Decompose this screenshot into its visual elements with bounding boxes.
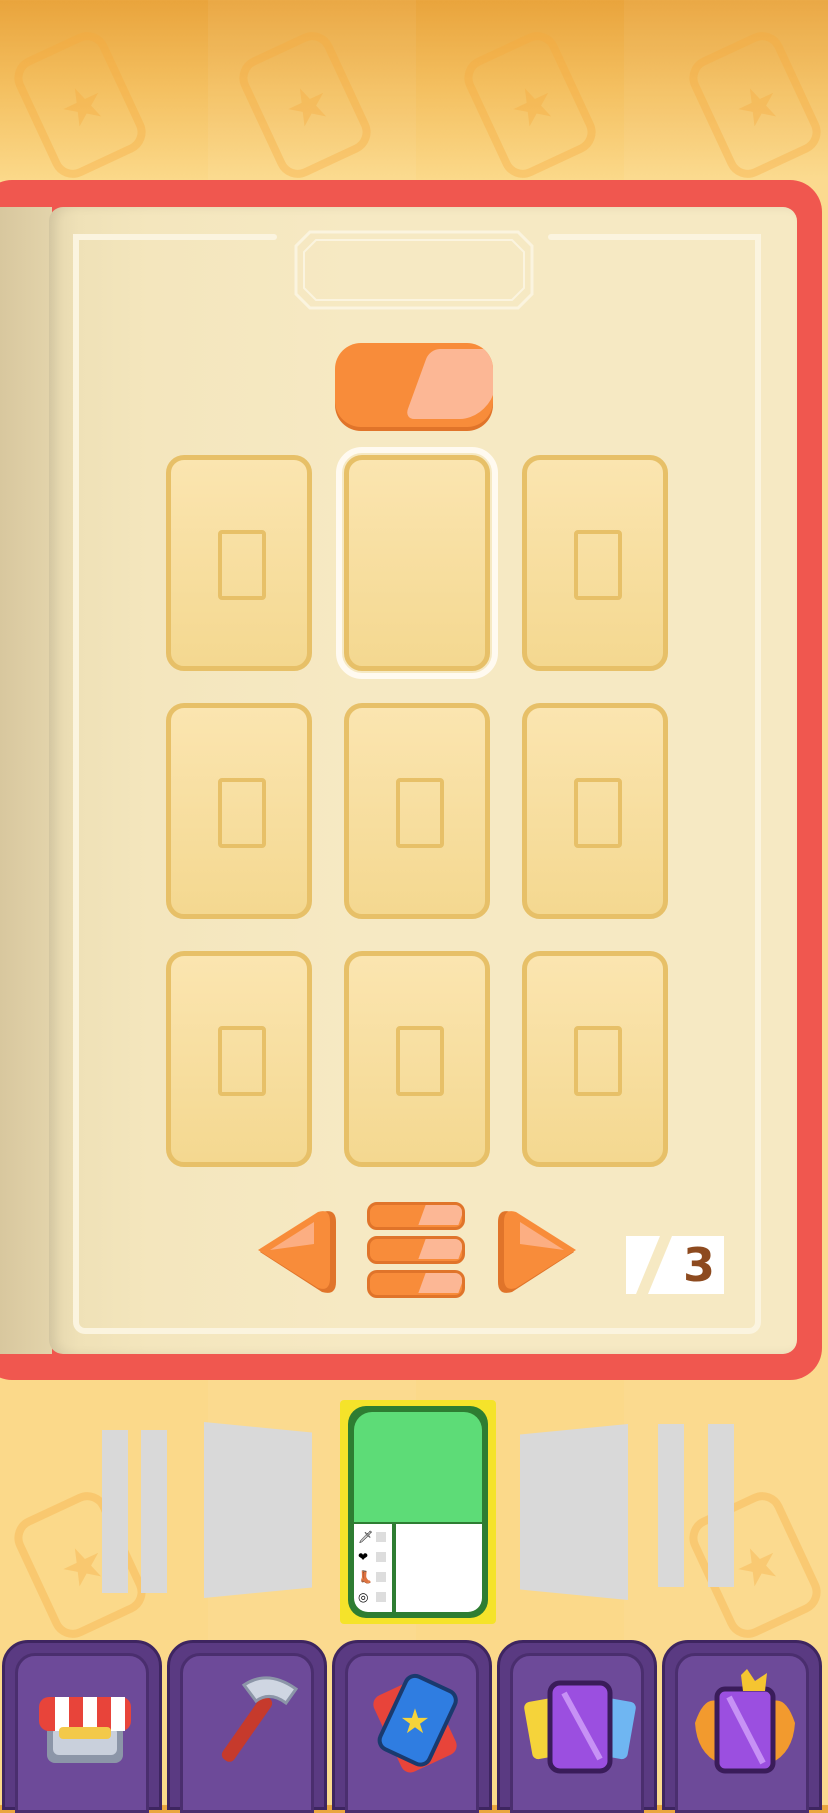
page-indicator-pill <box>335 343 493 427</box>
nav-cards-button[interactable]: ★ <box>332 1640 492 1813</box>
sword-icon: 🗡 <box>358 1528 388 1546</box>
background-star-tile-icon <box>457 24 603 186</box>
carousel-card-right[interactable] <box>520 1424 628 1600</box>
menu-bar <box>367 1202 465 1230</box>
carousel-card-far-right[interactable] <box>708 1424 734 1587</box>
target-icon: ◎ <box>358 1588 388 1606</box>
nav-packs-button[interactable] <box>497 1640 657 1813</box>
shop-icon <box>39 1697 131 1763</box>
card-slot-1[interactable] <box>166 455 312 671</box>
page-total-label: 3 <box>682 1238 715 1292</box>
card-pack-icon <box>524 1680 636 1774</box>
star-card-icon: ★ <box>373 1673 458 1773</box>
page-border-top-right <box>548 234 761 240</box>
card-description-panel <box>396 1524 482 1612</box>
album-left-page-edge <box>0 207 52 1354</box>
card-slot-7[interactable] <box>166 951 312 1167</box>
svg-text:★: ★ <box>400 1702 430 1742</box>
card-slot-6[interactable] <box>522 703 668 919</box>
page-title-plaque <box>294 230 534 310</box>
next-page-button[interactable] <box>490 1204 582 1300</box>
featured-card[interactable]: 🗡 ❤ 👢 ◎ <box>340 1400 496 1624</box>
slot-placeholder-icon <box>218 530 266 600</box>
card-slot-8[interactable] <box>344 951 490 1167</box>
slot-placeholder-icon <box>396 1026 444 1096</box>
slot-placeholder-icon <box>218 1026 266 1096</box>
previous-page-button[interactable] <box>252 1204 344 1300</box>
crowned-pack-icon <box>695 1669 795 1774</box>
boot-icon: 👢 <box>358 1568 388 1586</box>
carousel-card-left-2[interactable] <box>141 1430 167 1593</box>
carousel-card-far-left[interactable] <box>102 1430 128 1593</box>
hammer-icon <box>221 1676 299 1762</box>
page-list-button[interactable] <box>367 1202 467 1302</box>
background-star-tile-icon <box>7 1484 153 1646</box>
card-slot-9[interactable] <box>522 951 668 1167</box>
background-star-tile-icon <box>7 24 153 186</box>
page-border-top-left <box>73 234 277 240</box>
nav-craft-button[interactable] <box>167 1640 327 1813</box>
menu-bar <box>367 1270 465 1298</box>
bottom-navigation: ★ <box>0 1638 828 1813</box>
card-slot-4[interactable] <box>166 703 312 919</box>
slot-placeholder-icon <box>574 778 622 848</box>
card-slot-3[interactable] <box>522 455 668 671</box>
nav-premium-button[interactable] <box>662 1640 822 1813</box>
heart-icon: ❤ <box>358 1548 388 1566</box>
card-slot-5[interactable] <box>344 703 490 919</box>
slot-placeholder-icon <box>396 778 444 848</box>
card-slot-2[interactable] <box>336 447 498 679</box>
slot-placeholder-icon <box>218 778 266 848</box>
nav-shop-button[interactable] <box>2 1640 162 1813</box>
card-stats-panel: 🗡 ❤ 👢 ◎ <box>354 1524 392 1612</box>
slot-placeholder-icon <box>574 1026 622 1096</box>
menu-bar <box>367 1236 465 1264</box>
carousel-card-right-2[interactable] <box>658 1424 684 1587</box>
carousel-card-left[interactable] <box>204 1422 312 1598</box>
card-art <box>354 1412 482 1522</box>
slot-placeholder-icon <box>574 530 622 600</box>
